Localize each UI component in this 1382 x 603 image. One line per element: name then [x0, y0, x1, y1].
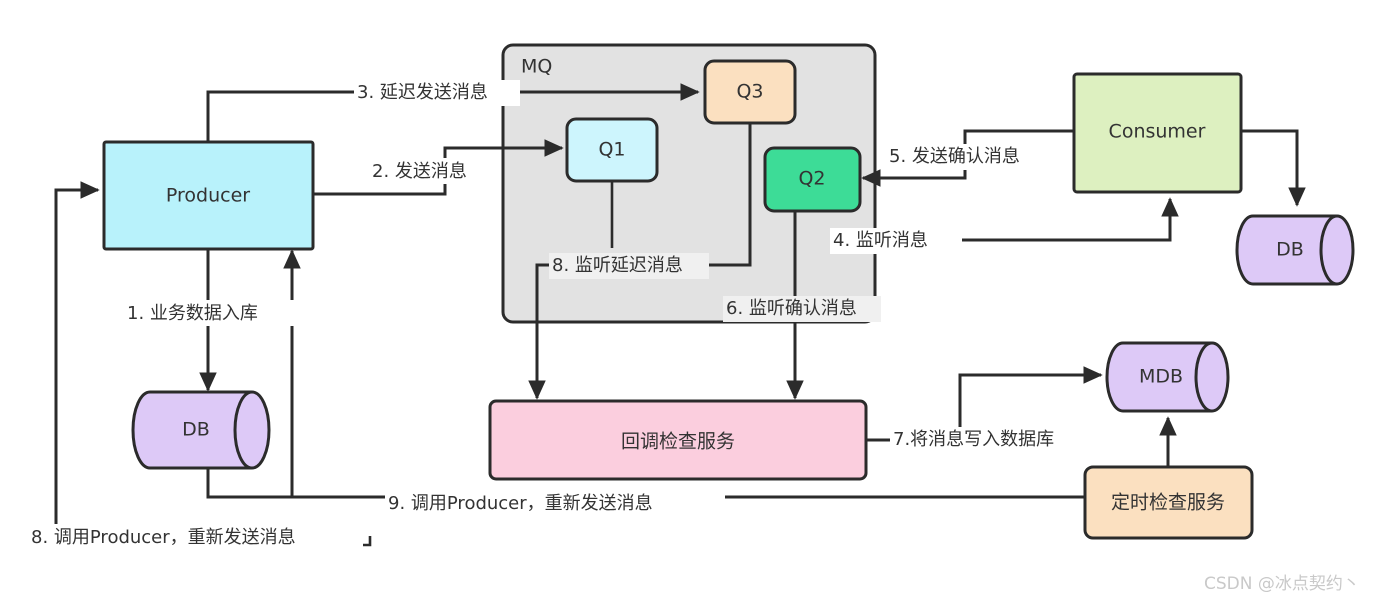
node-callback-service-label: 回调检查服务	[621, 431, 735, 453]
edge-label-9: 9. 调用Producer，重新发送消息	[385, 490, 725, 516]
edge-label-9-text: 9. 调用Producer，重新发送消息	[388, 493, 653, 514]
watermark-text: CSDN @冰点契约丶	[1204, 574, 1360, 594]
node-db-right[interactable]: DB	[1235, 214, 1355, 286]
edge-label-4-text: 4. 监听消息	[833, 230, 928, 251]
node-db-left[interactable]: DB	[131, 390, 271, 470]
node-q2-label: Q2	[798, 168, 825, 190]
node-db-right-label: DB	[1276, 239, 1304, 261]
edge-label-6: 6. 监听确认消息	[723, 296, 881, 322]
edge-label-4: 4. 监听消息	[830, 228, 962, 254]
edge-label-5-text: 5. 发送确认消息	[889, 146, 1020, 167]
edge-label-7: 7.将消息写入数据库	[890, 427, 1076, 453]
node-q1-label: Q1	[598, 139, 625, 161]
node-q2[interactable]: Q2	[763, 146, 862, 213]
node-mdb[interactable]: MDB	[1105, 341, 1230, 413]
edge-label-6-text: 6. 监听确认消息	[726, 298, 857, 319]
edge-label-5: 5. 发送确认消息	[886, 144, 1041, 170]
node-scheduler-service[interactable]: 定时检查服务	[1083, 465, 1254, 540]
edge-label-3: 3. 延迟发送消息	[354, 80, 520, 106]
edge-label-1-text: 1. 业务数据入库	[127, 303, 258, 324]
edge-8b-path	[54, 181, 100, 545]
node-consumer[interactable]: Consumer	[1072, 72, 1243, 194]
edge-label-8a-text: 8. 监听延迟消息	[552, 255, 683, 276]
node-producer-label: Producer	[166, 185, 250, 207]
node-callback-service[interactable]: 回调检查服务	[488, 399, 868, 481]
node-scheduler-service-label: 定时检查服务	[1111, 492, 1225, 514]
edge-label-2: 2. 发送消息	[369, 158, 501, 184]
node-db-left-label: DB	[182, 419, 210, 441]
node-producer[interactable]: Producer	[102, 140, 315, 251]
edge-label-2-text: 2. 发送消息	[372, 161, 467, 182]
edge-label-3-text: 3. 延迟发送消息	[357, 82, 488, 103]
node-q3-label: Q3	[736, 81, 763, 103]
edge-label-7-text: 7.将消息写入数据库	[893, 429, 1054, 450]
edge-label-8b-text: 8. 调用Producer，重新发送消息	[31, 527, 296, 548]
edge-label-8a: 8. 监听延迟消息	[549, 253, 709, 279]
diagram-canvas: MQ Producer Q1 Q3 Q2 Consumer DB DB MDB …	[0, 0, 1382, 603]
node-q3[interactable]: Q3	[703, 59, 797, 125]
node-consumer-label: Consumer	[1109, 121, 1206, 143]
node-q1[interactable]: Q1	[565, 117, 659, 183]
node-mdb-label: MDB	[1139, 366, 1183, 388]
flow-diagram-svg: MQ Producer Q1 Q3 Q2 Consumer DB DB MDB …	[28, 43, 1360, 594]
cluster-mq-label: MQ	[521, 56, 552, 78]
edge-label-8b: 8. 调用Producer，重新发送消息	[28, 524, 363, 550]
edge-consumer-db-path	[1241, 129, 1306, 207]
edge-label-1: 1. 业务数据入库	[124, 300, 294, 326]
